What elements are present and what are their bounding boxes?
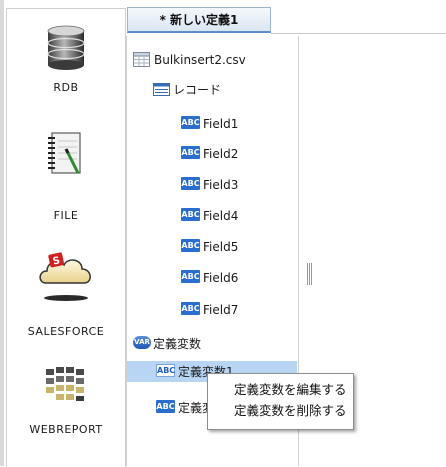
notepad-icon: [48, 132, 81, 174]
tree-node-field-label: Field3: [203, 178, 239, 192]
abc-field-icon: ABC: [181, 270, 200, 283]
palette-item-webreport[interactable]: WEBREPORT: [7, 359, 125, 459]
abc-field-icon: ABC: [181, 177, 200, 190]
palette-item-rdb[interactable]: RDB: [7, 17, 125, 97]
database-icon: [47, 25, 85, 70]
tree-node-record-label: レコード: [173, 83, 222, 97]
salesforce-cloud-icon: S: [39, 252, 91, 301]
tree-node-field-label: Field1: [203, 117, 239, 131]
tree-node-field[interactable]: ABC Field5: [181, 236, 291, 258]
tab-definition[interactable]: * 新しい定義1: [127, 7, 271, 33]
tree-node-field-label: Field6: [203, 271, 239, 285]
menu-item-delete-constant[interactable]: 定義変数を削除する: [234, 401, 352, 421]
tree-node-constants-group-label: 定義変数: [153, 337, 202, 351]
menu-item-edit-constant[interactable]: 定義変数を編集する: [234, 380, 352, 400]
palette-label-file: FILE: [53, 209, 79, 222]
record-icon: [153, 83, 170, 96]
component-palette: RDB FILE S SALESFORCE WEBREPORT: [6, 8, 126, 467]
tab-bar-divider: [271, 33, 446, 34]
tree-node-field-label: Field7: [203, 303, 239, 317]
tree-node-field[interactable]: ABC Field7: [181, 299, 291, 321]
tree-node-file-label: Bulkinsert2.csv: [154, 53, 246, 67]
tree-node-record[interactable]: レコード: [153, 79, 293, 101]
tree-node-field-label: Field4: [203, 209, 239, 223]
tree-node-field[interactable]: ABC Field3: [181, 174, 291, 196]
tree-node-field-label: Field2: [203, 147, 239, 161]
tree-node-field[interactable]: ABC Field6: [181, 267, 291, 289]
splitter-grip[interactable]: [307, 263, 313, 285]
palette-item-file[interactable]: FILE: [7, 129, 125, 222]
abc-constant-icon: ABC: [156, 400, 175, 413]
tree-node-field[interactable]: ABC Field4: [181, 205, 291, 227]
tree-node-file[interactable]: Bulkinsert2.csv: [133, 49, 293, 71]
abc-field-icon: ABC: [181, 116, 200, 129]
abc-field-icon: ABC: [181, 208, 200, 221]
palette-label-salesforce: SALESFORCE: [27, 325, 105, 338]
tree-node-field[interactable]: ABC Field1: [181, 113, 291, 135]
abc-constant-icon: ABC: [156, 364, 176, 377]
context-menu: 定義変数を編集する 定義変数を削除する: [207, 373, 354, 430]
left-edge: [0, 0, 4, 466]
tree-node-field-label: Field5: [203, 240, 239, 254]
var-icon: VAR: [133, 336, 151, 349]
abc-field-icon: ABC: [181, 302, 200, 315]
palette-label-webreport: WEBREPORT: [29, 423, 103, 436]
palette-label-rdb: RDB: [53, 81, 79, 94]
palette-item-salesforce[interactable]: S SALESFORCE: [7, 249, 125, 341]
tree-node-constants-group[interactable]: VAR 定義変数: [133, 333, 283, 355]
abc-field-icon: ABC: [181, 239, 200, 252]
abc-field-icon: ABC: [181, 146, 200, 159]
tree-node-field[interactable]: ABC Field2: [181, 143, 291, 165]
webreport-grid-icon: [46, 367, 84, 401]
app-frame: RDB FILE S SALESFORCE WEBREPORT * 新しい定義1…: [0, 0, 446, 467]
table-file-icon: [133, 52, 150, 67]
